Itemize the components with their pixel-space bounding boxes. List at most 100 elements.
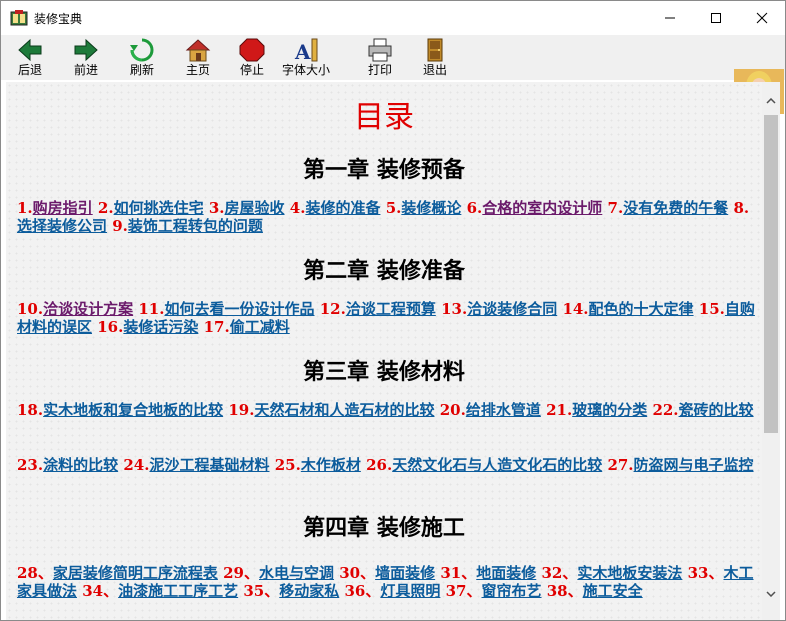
list-item-number: 21. [546, 401, 573, 419]
toc-link[interactable]: 洽谈工程预算 [346, 300, 436, 318]
toc-link[interactable]: 油漆施工工序工艺 [118, 582, 238, 600]
forward-button[interactable]: 前进 [72, 37, 100, 79]
toc-link[interactable]: 水电与空调 [259, 564, 334, 582]
toolbar: 后退 前进 刷新 主页 停止 A 字体大小 打印 退出 [1, 35, 785, 114]
chapter-3-links: 18.实木地板和复合地板的比较 19.天然石材和人造石材的比较 20.给排水管道… [17, 401, 755, 419]
toc-link[interactable]: 如何去看一份设计作品 [164, 300, 314, 318]
toc-link[interactable]: 选择装修公司 [17, 217, 107, 235]
list-item-number: 7. [607, 199, 624, 217]
toc-link[interactable]: 天然文化石与人造文化石的比较 [392, 456, 602, 474]
scrollbar-thumb[interactable] [764, 115, 778, 433]
toc-link[interactable]: 玻璃的分类 [572, 401, 647, 419]
close-button[interactable] [739, 1, 785, 35]
minimize-button[interactable] [647, 1, 693, 35]
toc-link[interactable]: 合格的室内设计师 [482, 199, 602, 217]
refresh-button[interactable]: 刷新 [128, 37, 156, 79]
list-item-number: 11. [138, 300, 165, 318]
toc-link[interactable]: 房屋验收 [225, 199, 285, 217]
list-item-number: 37、 [445, 582, 482, 600]
page-title: 目录 [354, 100, 414, 135]
font-size-icon: A [294, 38, 318, 63]
content-viewport[interactable]: 目录 第一章 装修预备 1.购房指引 2.如何挑选住宅 3.房屋验收 4.装修的… [6, 82, 762, 620]
toc-link[interactable]: 天然石材和人造石材的比较 [254, 401, 434, 419]
list-item-number: 29、 [223, 564, 259, 582]
list-item-number: 10. [17, 300, 44, 318]
title-bar[interactable]: 装修宝典 [1, 1, 785, 35]
list-item-number: 28、 [17, 564, 53, 582]
toc-link[interactable]: 泥沙工程基础材料 [149, 456, 269, 474]
list-item-number: 25. [274, 456, 301, 474]
toc-link[interactable]: 移动家私 [279, 582, 339, 600]
list-item-number: 9. [112, 217, 128, 235]
toc-link[interactable]: 木作板材 [301, 456, 361, 474]
vertical-scrollbar[interactable] [762, 82, 780, 620]
toc-link[interactable]: 购房指引 [33, 199, 93, 217]
window-title: 装修宝典 [34, 12, 83, 26]
toc-link[interactable]: 墙面装修 [375, 564, 435, 582]
exit-button[interactable]: 退出 [421, 37, 449, 79]
toc-link[interactable]: 实木地板安装法 [577, 564, 682, 582]
list-item-number: 26. [366, 456, 393, 474]
toc-link[interactable]: 偷工减料 [230, 318, 290, 336]
list-item-number: 22. [652, 401, 679, 419]
toc-link[interactable]: 窗帘布艺 [482, 582, 542, 600]
stop-button[interactable]: 停止 [238, 37, 266, 79]
toc-link[interactable]: 家居装修简明工序流程表 [53, 564, 218, 582]
toc-link[interactable]: 如何挑选住宅 [114, 199, 204, 217]
list-item-number: 2. [97, 199, 114, 217]
list-item-number: 1. [17, 199, 33, 217]
toc-link[interactable]: 防盗网与电子监控 [634, 456, 754, 474]
toc-link[interactable]: 装修概论 [401, 199, 461, 217]
toc-link[interactable]: 实木地板和复合地板的比较 [43, 401, 223, 419]
toc-link[interactable]: 装饰工程转包的问题 [128, 217, 263, 235]
list-item-number: 5. [385, 199, 402, 217]
toc-link[interactable]: 给排水管道 [466, 401, 541, 419]
list-item-number: 19. [228, 401, 255, 419]
list-item-number: 6. [466, 199, 483, 217]
toc-link[interactable]: 涂料的比较 [43, 456, 118, 474]
list-item-number: 30、 [339, 564, 376, 582]
list-item-number: 24. [123, 456, 150, 474]
app-book-icon [10, 10, 28, 26]
list-item-number: 15. [698, 300, 725, 318]
chapter-heading-3: 第三章 装修材料 [303, 359, 465, 385]
forward-arrow-icon [74, 38, 98, 62]
list-item-number: 36、 [344, 582, 381, 600]
toc-link[interactable]: 洽谈设计方案 [43, 300, 133, 318]
exit-door-icon [427, 38, 443, 62]
maximize-button[interactable] [693, 1, 739, 35]
printer-icon [368, 38, 392, 62]
stop-icon [239, 38, 265, 62]
font-size-button[interactable]: A 字体大小 [282, 37, 330, 79]
toc-link[interactable]: 灯具照明 [380, 582, 440, 600]
chevron-up-icon [766, 98, 776, 104]
chapter-2-links: 10.洽谈设计方案 11.如何去看一份设计作品 12.洽谈工程预算 13.洽谈装… [17, 300, 755, 336]
list-item-number: 31、 [440, 564, 477, 582]
scroll-up-button[interactable] [762, 92, 780, 110]
list-item-number: 32、 [541, 564, 578, 582]
chapter-heading-1: 第一章 装修预备 [303, 157, 465, 183]
maximize-icon [711, 13, 721, 23]
toc-link[interactable]: 地面装修 [476, 564, 536, 582]
scroll-down-button[interactable] [762, 585, 780, 603]
toc-link[interactable]: 施工安全 [583, 582, 643, 600]
chapter-heading-2: 第二章 装修准备 [303, 258, 465, 284]
back-button[interactable]: 后退 [16, 37, 44, 79]
list-item-number: 4. [289, 199, 306, 217]
list-item-number: 14. [562, 300, 589, 318]
chapter-3-links-continued: 23.涂料的比较 24.泥沙工程基础材料 25.木作板材 26.天然文化石与人造… [17, 456, 755, 474]
toc-link[interactable]: 洽谈装修合同 [467, 300, 557, 318]
toc-link[interactable]: 装修的准备 [305, 199, 380, 217]
toc-link[interactable]: 装修话污染 [123, 318, 198, 336]
toc-link[interactable]: 没有免费的午餐 [623, 199, 728, 217]
home-button[interactable]: 主页 [184, 37, 212, 79]
list-item-number: 17. [203, 318, 230, 336]
list-item-number: 13. [441, 300, 468, 318]
print-button[interactable]: 打印 [366, 37, 394, 79]
list-item-number: 34、 [82, 582, 119, 600]
refresh-icon [130, 38, 154, 62]
list-item-number: 8. [733, 199, 750, 217]
toc-link[interactable]: 瓷砖的比较 [679, 401, 754, 419]
chevron-down-icon [766, 591, 776, 597]
toc-link[interactable]: 配色的十大定律 [589, 300, 694, 318]
